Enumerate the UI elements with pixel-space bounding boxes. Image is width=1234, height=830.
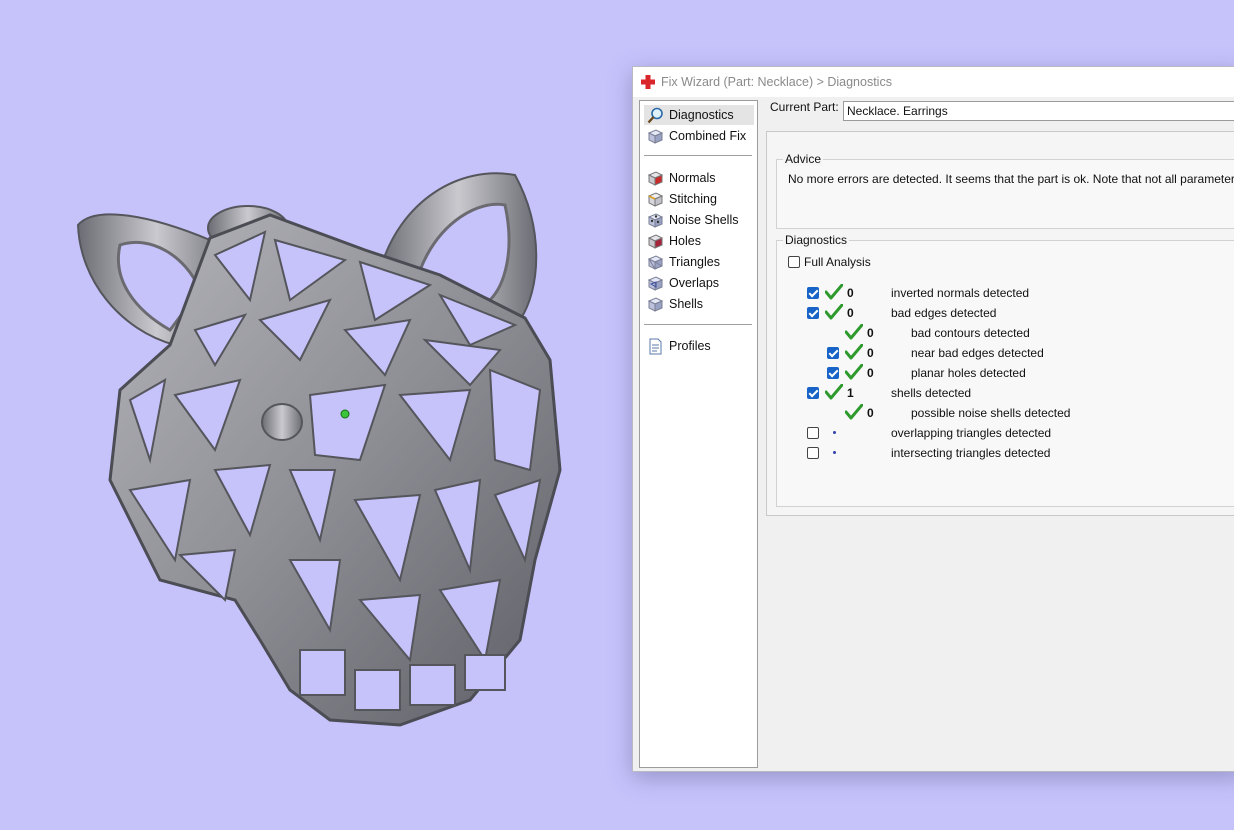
current-part-label: Current Part:: [770, 100, 839, 114]
row-label: overlapping triangles detected: [891, 426, 1052, 440]
row-checkbox[interactable]: [827, 367, 839, 379]
row-count: 0: [867, 346, 874, 360]
nav-item-normals[interactable]: Normals: [644, 168, 719, 188]
full-analysis-checkbox[interactable]: [788, 256, 800, 268]
check-mark-icon: [825, 284, 843, 300]
pending-dot-icon: [833, 451, 836, 454]
nav-item-diagnostics[interactable]: Diagnostics: [644, 105, 754, 125]
nav-label: Overlaps: [669, 276, 720, 290]
pending-dot-icon: [833, 431, 836, 434]
row-label: near bad edges detected: [911, 346, 1044, 360]
row-checkbox[interactable]: [807, 307, 819, 319]
nav-label: Holes: [669, 234, 701, 248]
nav-label: Combined Fix: [669, 129, 747, 143]
nav-label: Profiles: [669, 339, 711, 353]
nav-label: Diagnostics: [669, 108, 734, 122]
row-checkbox[interactable]: [827, 347, 839, 359]
check-mark-icon: [845, 324, 863, 340]
nav-item-triangles[interactable]: Triangles: [644, 252, 723, 272]
nav-separator: [644, 324, 752, 325]
row-count: 0: [867, 406, 874, 420]
document-icon: [649, 338, 662, 354]
nav-item-combined-fix[interactable]: Combined Fix: [644, 126, 749, 146]
row-label: bad edges detected: [891, 306, 997, 320]
nav-item-noise-shells[interactable]: Noise Shells: [644, 210, 741, 230]
diagnostics-content-panel: Advice No more errors are detected. It s…: [766, 131, 1234, 516]
magnifier-icon: [647, 107, 663, 123]
3d-viewport[interactable]: [0, 0, 630, 830]
advice-title: Advice: [783, 152, 824, 166]
row-count: 0: [867, 366, 874, 380]
title-bar[interactable]: Fix Wizard (Part: Necklace) > Diagnostic…: [633, 67, 1234, 97]
advice-group: Advice No more errors are detected. It s…: [776, 152, 1234, 229]
nav-item-profiles[interactable]: Profiles: [644, 336, 714, 356]
nav-item-overlaps[interactable]: Overlaps: [644, 273, 722, 293]
nav-item-shells[interactable]: Shells: [644, 294, 706, 314]
diagnostics-title: Diagnostics: [783, 233, 850, 247]
check-mark-icon: [845, 364, 863, 380]
nav-label: Stitching: [669, 192, 717, 206]
row-count: 0: [847, 286, 854, 300]
row-label: planar holes detected: [911, 366, 1026, 380]
nav-separator: [644, 155, 752, 156]
wizard-nav-panel: Diagnostics Combined Fix Normals Stitchi…: [639, 100, 758, 768]
nav-label: Shells: [669, 297, 704, 311]
leopard-head-model: [76, 172, 562, 727]
stitching-cube-icon: [647, 191, 664, 207]
full-analysis-label: Full Analysis: [804, 255, 871, 269]
row-count: 1: [847, 386, 854, 400]
normals-cube-icon: [647, 170, 664, 186]
check-mark-icon: [825, 384, 843, 400]
nav-item-holes[interactable]: Holes: [644, 231, 704, 251]
row-label: possible noise shells detected: [911, 406, 1071, 420]
window-title: Fix Wizard (Part: Necklace) > Diagnostic…: [661, 75, 892, 89]
row-checkbox[interactable]: [807, 427, 819, 439]
row-label: bad contours detected: [911, 326, 1030, 340]
row-checkbox[interactable]: [807, 447, 819, 459]
current-part-field[interactable]: [843, 101, 1234, 121]
shells-cube-icon: [647, 296, 664, 312]
row-checkbox[interactable]: [807, 387, 819, 399]
fix-wizard-dialog: Fix Wizard (Part: Necklace) > Diagnostic…: [632, 66, 1234, 772]
red-cross-icon: [641, 75, 655, 89]
nav-label: Normals: [669, 171, 716, 185]
row-label: intersecting triangles detected: [891, 446, 1051, 460]
check-mark-icon: [845, 404, 863, 420]
nav-item-stitching[interactable]: Stitching: [644, 189, 720, 209]
check-mark-icon: [845, 344, 863, 360]
triangles-cube-icon: [647, 254, 664, 270]
row-checkbox[interactable]: [807, 287, 819, 299]
overlaps-cube-icon: [647, 275, 664, 291]
row-label: shells detected: [891, 386, 972, 400]
holes-cube-icon: [647, 233, 664, 249]
row-count: 0: [847, 306, 854, 320]
advice-text: No more errors are detected. It seems th…: [788, 172, 1234, 186]
row-count: 0: [867, 326, 874, 340]
check-mark-icon: [825, 304, 843, 320]
nav-label: Triangles: [669, 255, 720, 269]
row-label: inverted normals detected: [891, 286, 1030, 300]
noise-shells-cube-icon: [647, 212, 664, 228]
cube-icon: [647, 128, 664, 144]
nav-label: Noise Shells: [669, 213, 739, 227]
diagnostics-group: Diagnostics Full Analysis 0 inverted norm…: [776, 233, 1234, 507]
